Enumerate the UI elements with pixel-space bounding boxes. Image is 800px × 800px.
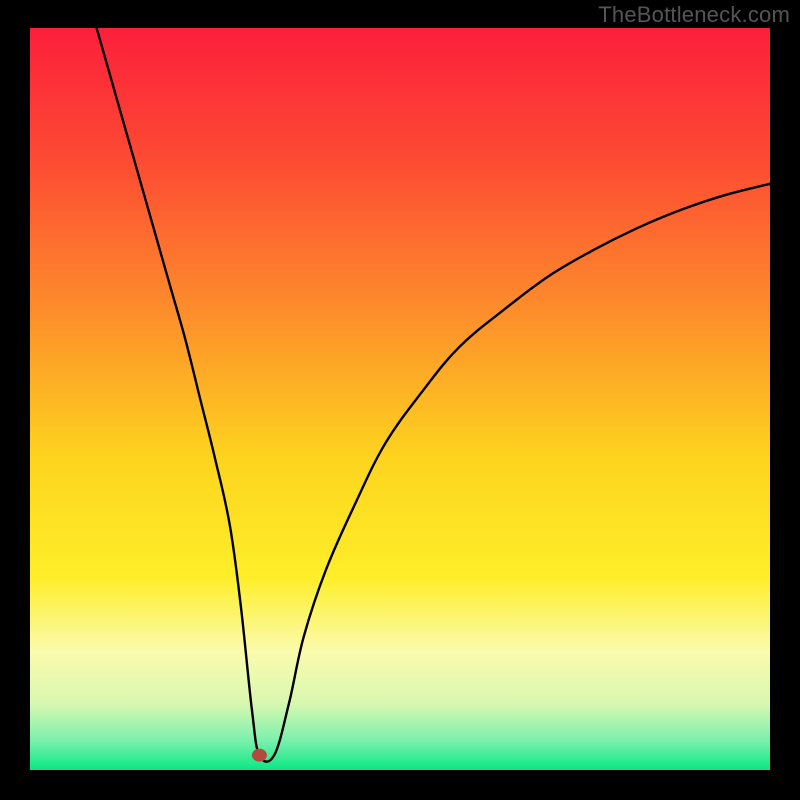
plot-area <box>30 28 770 770</box>
watermark-text: TheBottleneck.com <box>598 2 790 28</box>
bottleneck-marker <box>252 749 267 762</box>
bottleneck-chart <box>0 0 800 800</box>
chart-frame: TheBottleneck.com <box>0 0 800 800</box>
